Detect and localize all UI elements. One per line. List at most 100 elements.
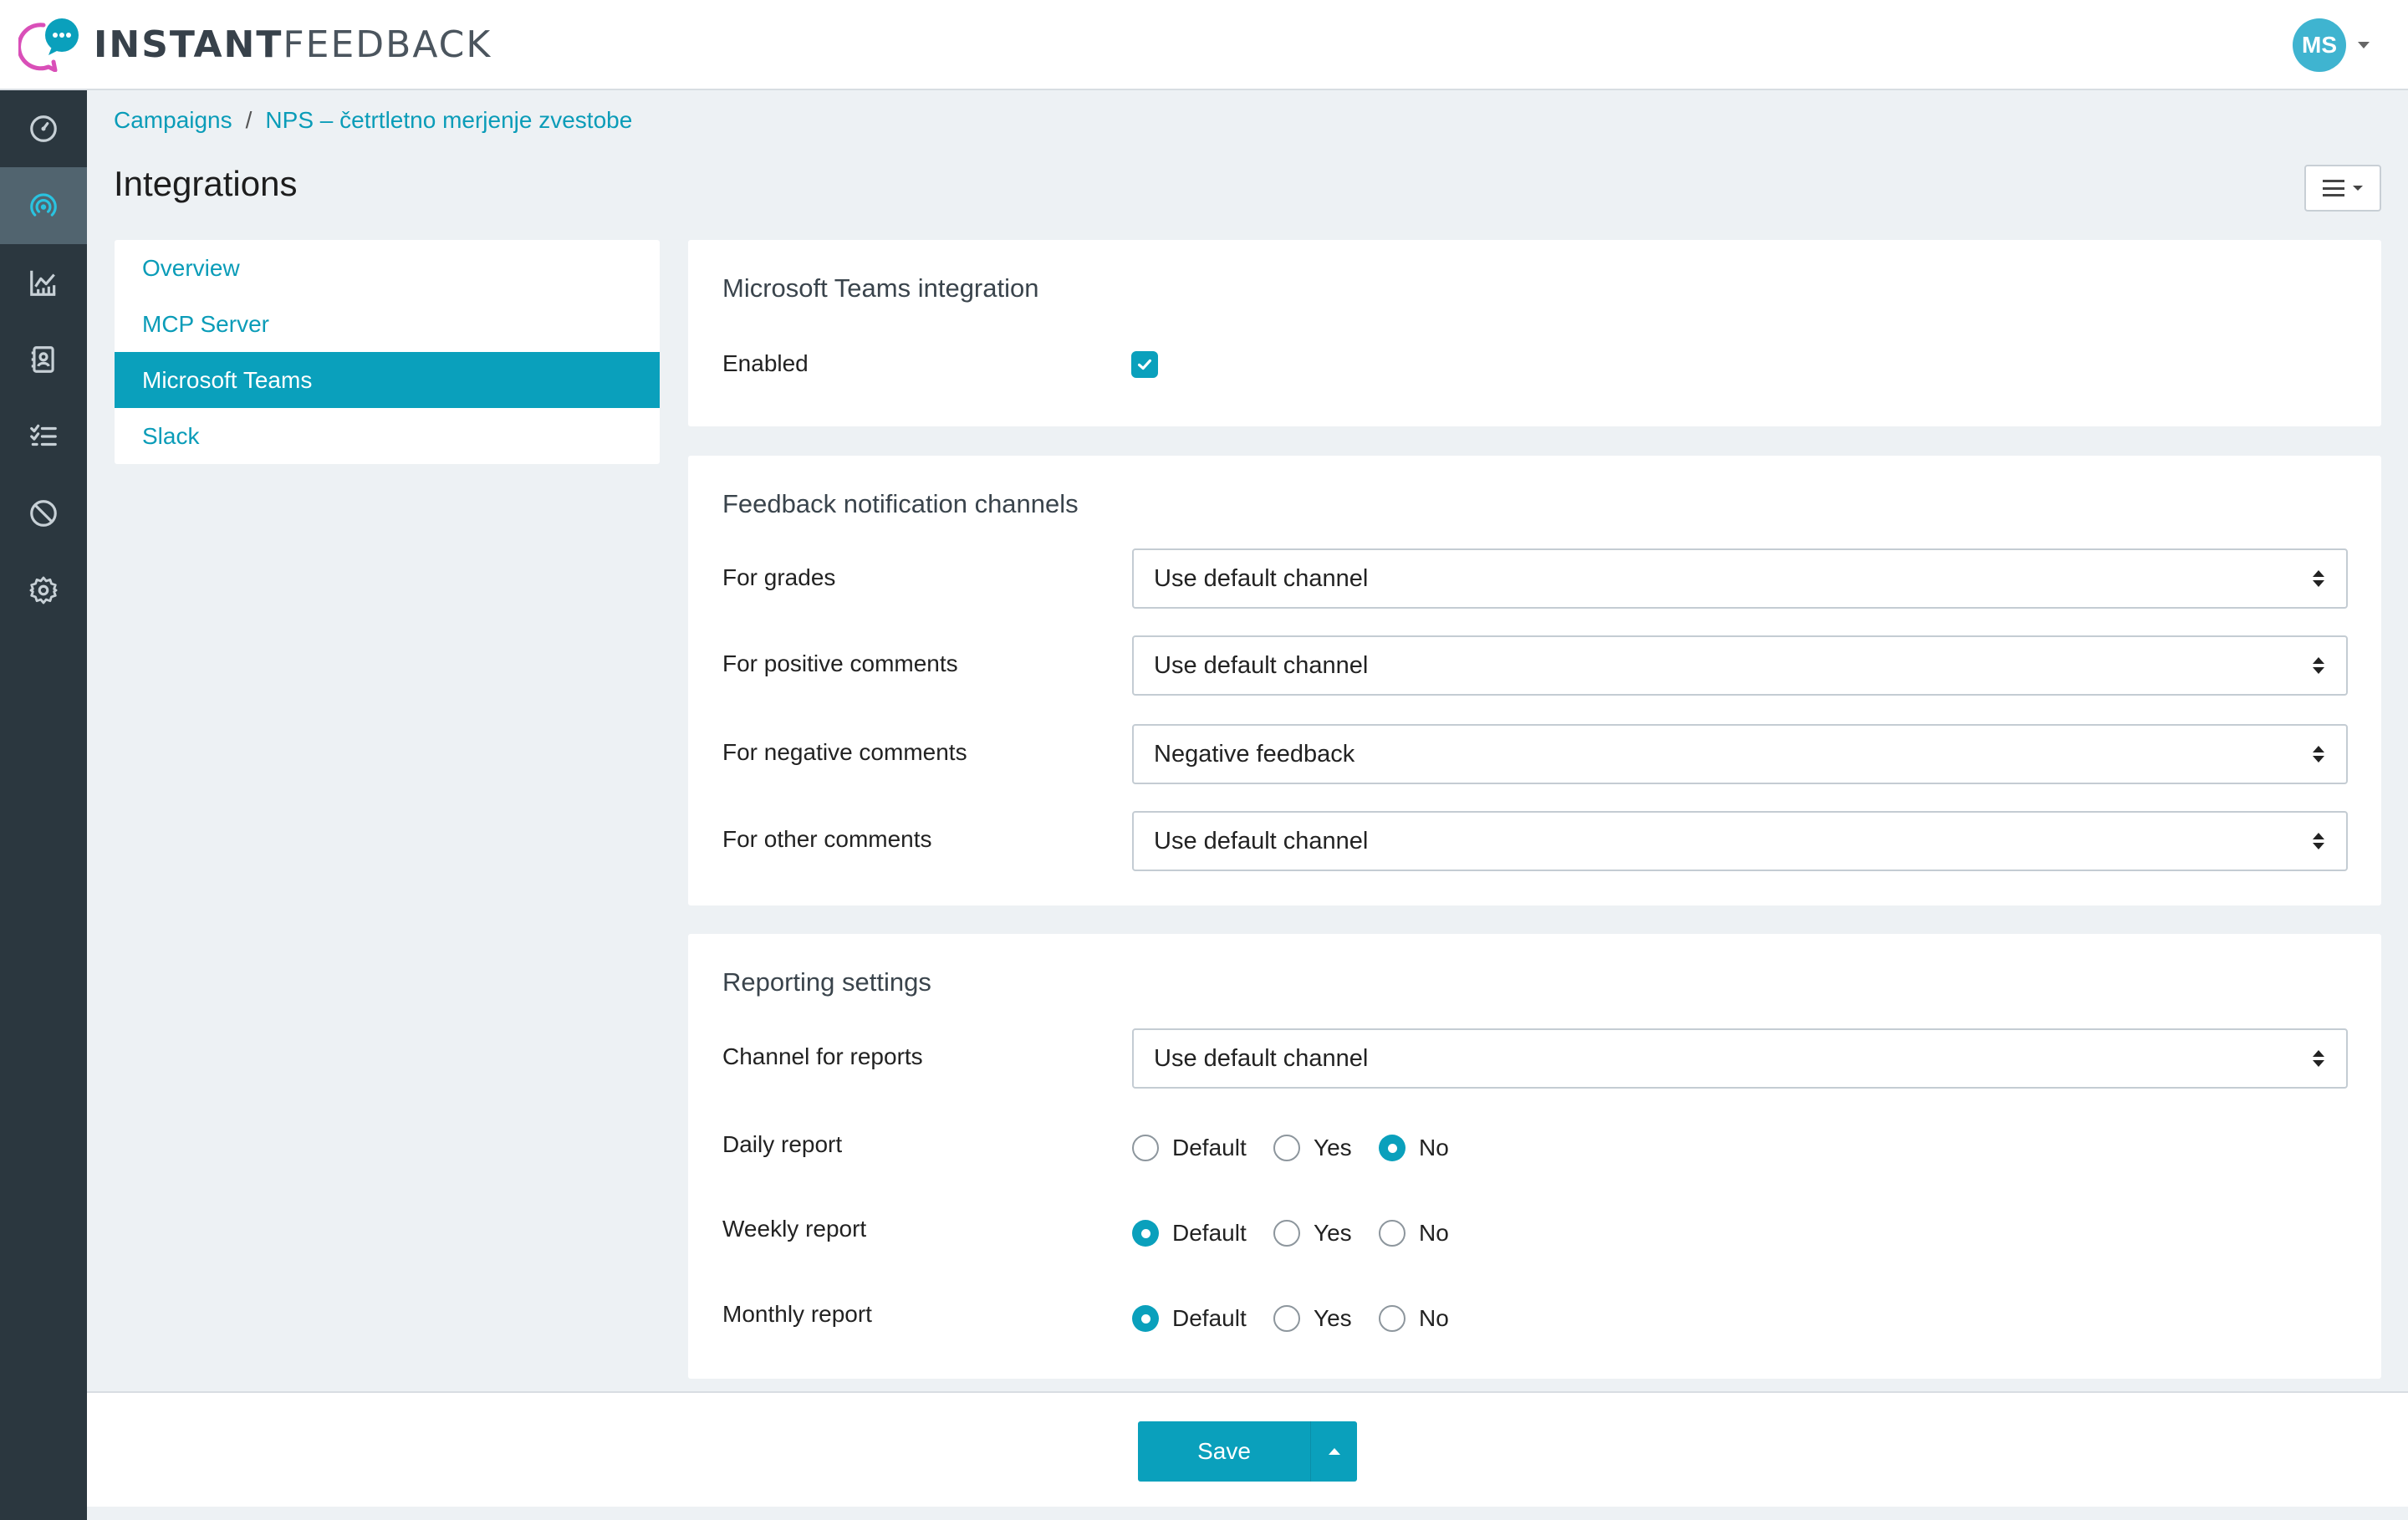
daily-report-radio-no[interactable]: No xyxy=(1379,1135,1449,1161)
monthly-report-radio-default[interactable]: Default xyxy=(1132,1305,1273,1332)
top-bar: INSTANT FEEDBACK MS xyxy=(0,0,2408,90)
radio-circle xyxy=(1273,1305,1300,1332)
sidebar-item-contacts[interactable] xyxy=(0,321,87,398)
weekly-report-radio-yes[interactable]: Yes xyxy=(1273,1220,1379,1247)
select-value: Use default channel xyxy=(1154,827,1369,854)
weekly-report-radio-default[interactable]: Default xyxy=(1132,1220,1273,1247)
for-positive-comments-select[interactable]: Use default channel xyxy=(1132,635,2348,696)
radio-label: Yes xyxy=(1314,1135,1352,1160)
breadcrumb: Campaigns / NPS – četrtletno merjenje zv… xyxy=(114,107,632,134)
avatar[interactable]: MS xyxy=(2293,18,2346,72)
monthly-report-radio-group: Default Yes No xyxy=(1132,1305,1449,1332)
breadcrumb-campaigns[interactable]: Campaigns xyxy=(114,107,232,134)
hamburger-icon xyxy=(2323,180,2344,196)
radio-label: No xyxy=(1419,1305,1449,1331)
save-options-toggle[interactable] xyxy=(1310,1421,1357,1482)
chevron-down-icon xyxy=(2353,186,2363,191)
sidebar-item-campaigns[interactable] xyxy=(0,167,87,244)
analytics-chart-icon xyxy=(30,270,56,296)
card-title: Feedback notification channels xyxy=(722,489,1079,518)
monthly-report-radio-no[interactable]: No xyxy=(1379,1305,1449,1332)
logo-wordmark: INSTANT FEEDBACK xyxy=(94,23,492,66)
select-arrows-icon xyxy=(2313,657,2324,674)
block-icon xyxy=(30,500,57,527)
integrations-subnav: Overview MCP Server Microsoft Teams Slac… xyxy=(115,240,660,464)
select-arrows-icon xyxy=(2313,1050,2324,1067)
notification-channels-card: Feedback notification channels For grade… xyxy=(688,456,2381,905)
monthly-report-label: Monthly report xyxy=(722,1301,872,1327)
breadcrumb-campaign-name[interactable]: NPS – četrtletno merjenje zvestobe xyxy=(265,107,632,134)
enabled-checkbox[interactable] xyxy=(1131,351,1158,378)
weekly-report-radio-group: Default Yes No xyxy=(1132,1220,1449,1247)
for-grades-select[interactable]: Use default channel xyxy=(1132,548,2348,609)
save-button[interactable]: Save xyxy=(1138,1421,1310,1482)
daily-report-radio-group: Default Yes No xyxy=(1132,1135,1449,1161)
daily-report-label: Daily report xyxy=(722,1131,843,1157)
channel-for-reports-select[interactable]: Use default channel xyxy=(1132,1028,2348,1089)
radio-label: Default xyxy=(1172,1220,1247,1246)
radio-circle xyxy=(1132,1220,1159,1247)
settings-gear-icon xyxy=(29,576,58,604)
weekly-report-label: Weekly report xyxy=(722,1216,867,1242)
breadcrumb-separator: / xyxy=(245,107,253,133)
form-footer: Save xyxy=(87,1391,2408,1507)
sidebar-item-dashboard[interactable] xyxy=(0,90,87,167)
logo-speech-bubbles-icon xyxy=(18,18,79,72)
radio-circle xyxy=(1379,1220,1406,1247)
for-other-comments-select[interactable]: Use default channel xyxy=(1132,811,2348,871)
daily-report-radio-yes[interactable]: Yes xyxy=(1273,1135,1379,1161)
radio-label: Default xyxy=(1172,1135,1247,1160)
sidebar-item-tasks[interactable] xyxy=(0,398,87,475)
radio-label: No xyxy=(1419,1135,1449,1160)
select-value: Use default channel xyxy=(1154,1044,1369,1072)
logo-text-bold: INSTANT xyxy=(94,23,283,66)
card-title: Microsoft Teams integration xyxy=(722,273,1039,303)
radio-circle xyxy=(1379,1305,1406,1332)
chevron-up-icon xyxy=(1328,1448,1340,1455)
campaign-signal-icon xyxy=(30,193,57,217)
subnav-item-microsoft-teams[interactable]: Microsoft Teams xyxy=(115,352,660,408)
task-list-icon xyxy=(30,424,57,446)
teams-integration-card: Microsoft Teams integration Enabled xyxy=(688,240,2381,426)
logo[interactable]: INSTANT FEEDBACK xyxy=(18,17,492,72)
for-positive-comments-label: For positive comments xyxy=(722,650,958,676)
radio-label: Yes xyxy=(1314,1220,1352,1246)
page-actions-menu-button[interactable] xyxy=(2304,165,2381,212)
radio-circle xyxy=(1132,1135,1159,1161)
radio-circle xyxy=(1273,1135,1300,1161)
for-other-comments-label: For other comments xyxy=(722,826,932,852)
for-grades-label: For grades xyxy=(722,564,836,590)
channel-for-reports-label: Channel for reports xyxy=(722,1043,923,1069)
subnav-item-slack[interactable]: Slack xyxy=(115,408,660,464)
radio-label: No xyxy=(1419,1220,1449,1246)
daily-report-radio-default[interactable]: Default xyxy=(1132,1135,1273,1161)
radio-circle xyxy=(1379,1135,1406,1161)
subnav-item-mcp-server[interactable]: MCP Server xyxy=(115,296,660,352)
sidebar-item-settings[interactable] xyxy=(0,552,87,629)
sidebar-item-analytics[interactable] xyxy=(0,244,87,321)
sidebar xyxy=(0,90,87,1520)
radio-label: Default xyxy=(1172,1305,1247,1331)
sidebar-item-blocked[interactable] xyxy=(0,475,87,552)
radio-circle xyxy=(1273,1220,1300,1247)
radio-label: Yes xyxy=(1314,1305,1352,1331)
checkmark-icon xyxy=(1137,359,1152,370)
select-arrows-icon xyxy=(2313,746,2324,763)
subnav-item-overview[interactable]: Overview xyxy=(115,240,660,296)
enabled-label: Enabled xyxy=(722,350,809,376)
for-negative-comments-label: For negative comments xyxy=(722,739,967,765)
radio-circle xyxy=(1132,1305,1159,1332)
for-negative-comments-select[interactable]: Negative feedback xyxy=(1132,724,2348,784)
select-arrows-icon xyxy=(2313,570,2324,587)
save-button-group: Save xyxy=(1138,1421,1357,1482)
user-menu[interactable]: MS xyxy=(2293,18,2370,72)
reporting-settings-card: Reporting settings Channel for reports U… xyxy=(688,934,2381,1379)
page-title: Integrations xyxy=(114,164,298,203)
monthly-report-radio-yes[interactable]: Yes xyxy=(1273,1305,1379,1332)
card-title: Reporting settings xyxy=(722,967,931,997)
chevron-down-icon xyxy=(2358,42,2370,48)
logo-text-light: FEEDBACK xyxy=(283,23,492,66)
weekly-report-radio-no[interactable]: No xyxy=(1379,1220,1449,1247)
contacts-book-icon xyxy=(31,346,54,373)
dashboard-gauge-icon xyxy=(30,115,57,142)
